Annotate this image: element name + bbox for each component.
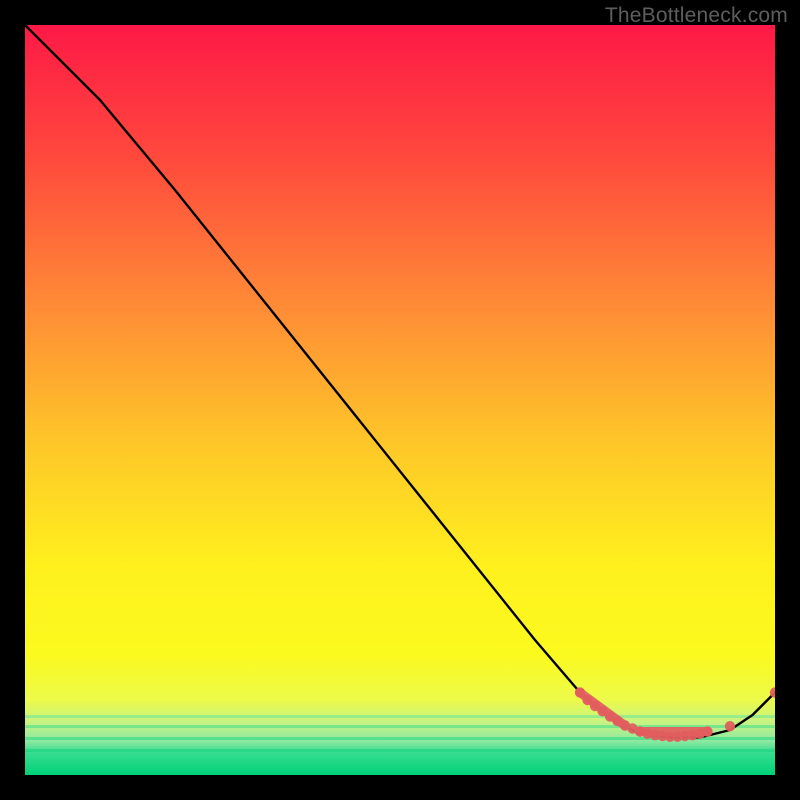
chart-frame: TheBottleneck.com [0,0,800,800]
gradient-background [25,25,775,775]
attribution-text: TheBottleneck.com [605,4,788,28]
chart-svg [25,25,775,775]
chart-plot-area [25,25,775,775]
